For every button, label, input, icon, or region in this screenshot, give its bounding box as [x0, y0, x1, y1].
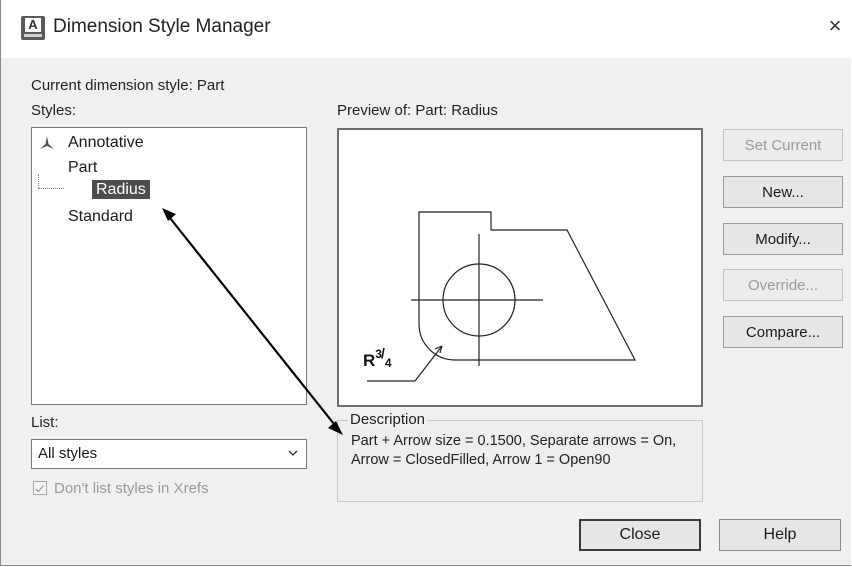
dimension-style-manager-dialog: A Dimension Style Manager × Current dime… — [0, 0, 851, 566]
tree-item-standard[interactable]: Standard — [68, 208, 133, 226]
checkmark-icon — [35, 485, 44, 493]
xref-checkbox[interactable] — [33, 481, 47, 495]
preview-drawing: R3/4 — [363, 211, 636, 382]
close-icon[interactable]: × — [823, 14, 847, 38]
preview-pane: R3/4 — [337, 128, 703, 407]
annotative-icon — [40, 136, 54, 149]
description-text: Part + Arrow size = 0.1500, Separate arr… — [351, 433, 677, 468]
tree-item-radius[interactable]: Radius — [92, 180, 150, 199]
list-dropdown-value: All styles — [38, 445, 98, 462]
set-current-button[interactable]: Set Current — [723, 129, 843, 161]
styles-label: Styles: — [31, 102, 77, 119]
tree-item-label: Standard — [68, 208, 133, 225]
autocad-app-icon: A — [21, 16, 45, 40]
tree-connector — [38, 174, 39, 188]
override-button[interactable]: Override... — [723, 269, 843, 301]
description-label: Description — [348, 411, 428, 428]
new-button[interactable]: New... — [723, 176, 843, 208]
chevron-down-icon — [288, 450, 298, 456]
dimension-text: R3/4 — [363, 345, 392, 370]
xref-checkbox-label: Don't list styles in Xrefs — [54, 480, 209, 497]
modify-button[interactable]: Modify... — [723, 223, 843, 255]
preview-label: Preview of: Part: Radius — [337, 102, 498, 119]
tree-item-annotative[interactable]: Annotative — [68, 134, 144, 152]
close-button[interactable]: Close — [579, 519, 701, 551]
tree-item-part[interactable]: Part — [68, 159, 97, 177]
tree-item-label: Part — [68, 159, 98, 176]
help-button[interactable]: Help — [719, 519, 841, 551]
tree-item-label-selected: Radius — [92, 180, 150, 199]
window-title: Dimension Style Manager — [53, 16, 271, 37]
list-dropdown[interactable]: All styles — [31, 439, 307, 469]
title-bar: A Dimension Style Manager × — [1, 0, 851, 58]
compare-button[interactable]: Compare... — [723, 316, 843, 348]
tree-item-label: Annotative — [68, 134, 144, 151]
current-style-label: Current dimension style: Part — [31, 77, 225, 94]
list-label: List: — [31, 414, 59, 431]
tree-connector — [38, 188, 64, 189]
